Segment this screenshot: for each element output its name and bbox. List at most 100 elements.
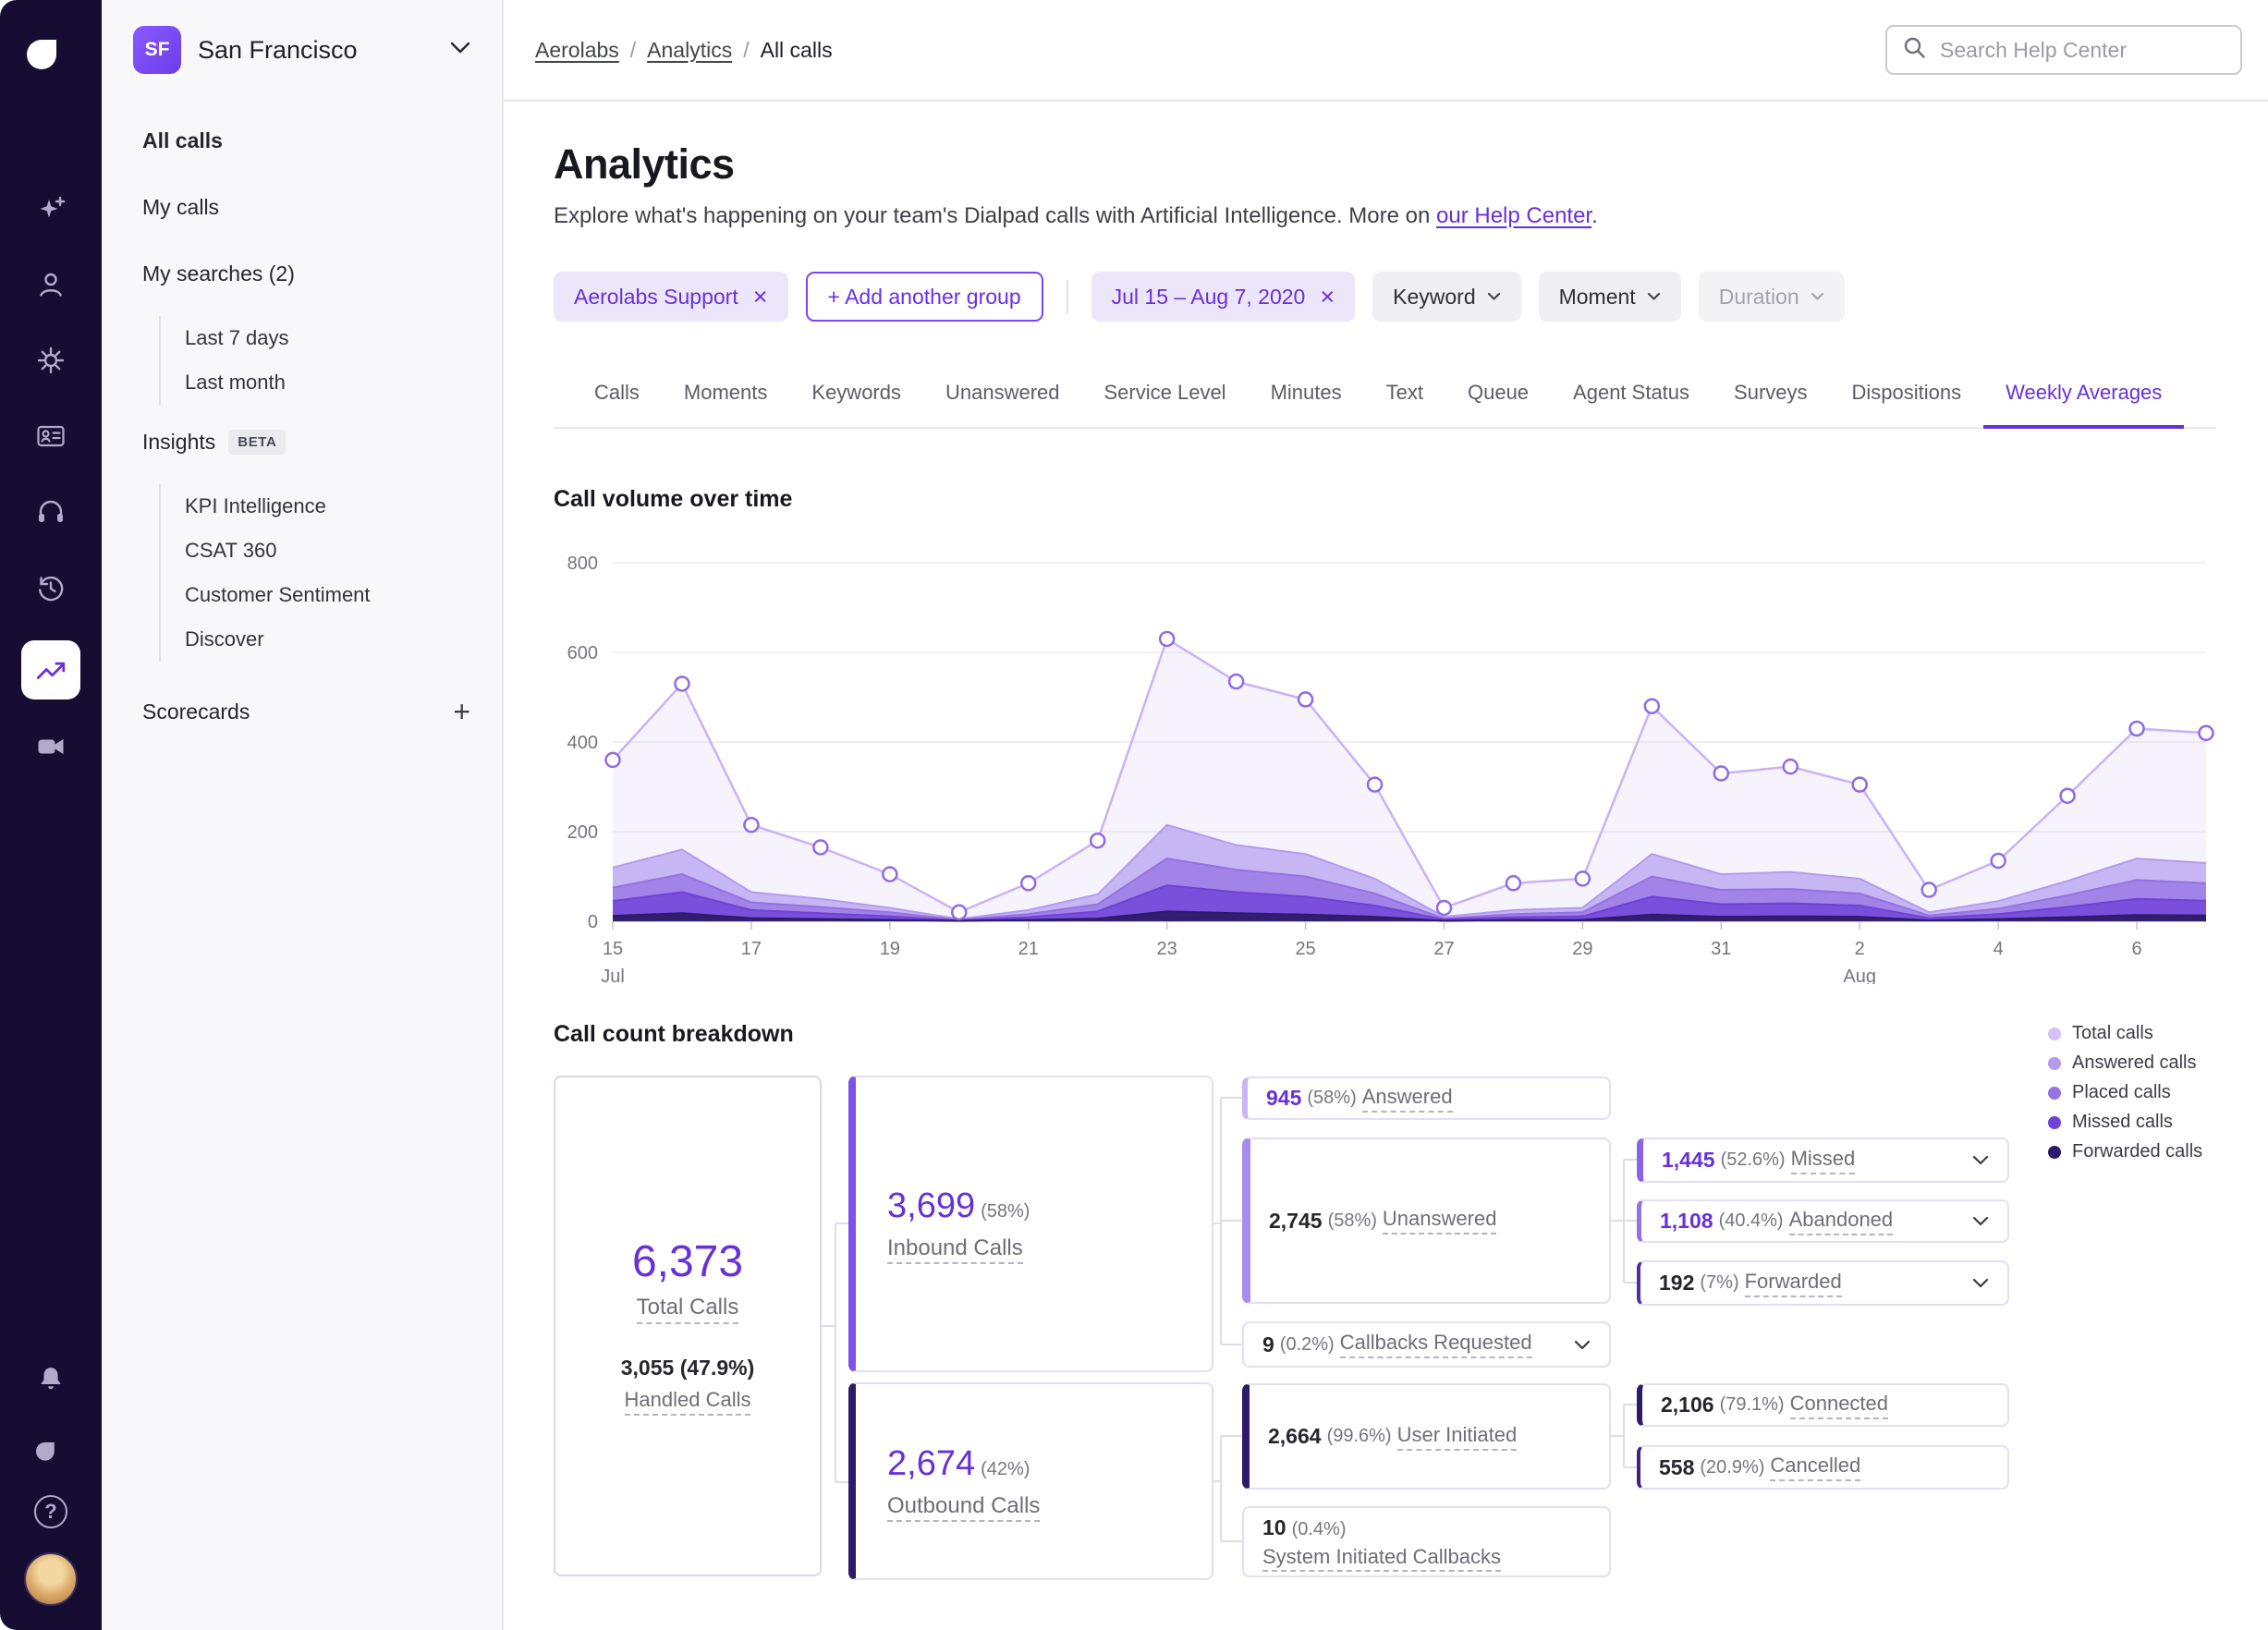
call-volume-section: Call volume over time 0 200 400 600 800 15 Jul… xyxy=(554,486,2216,984)
dialpad-mark-icon[interactable] xyxy=(28,1425,74,1471)
legend-item: Total calls xyxy=(2048,1023,2202,1044)
svg-text:31: 31 xyxy=(1711,939,1731,959)
call-count-breakdown-section: Call count breakdown Total calls Answered… xyxy=(554,1021,2216,1612)
contact-card-icon[interactable] xyxy=(28,413,74,459)
app-window: ? SF San Francisco All calls My calls My… xyxy=(0,0,2268,1630)
content-column: Aerolabs / Analytics / All calls Analyti… xyxy=(504,0,2268,1630)
team-switcher[interactable]: SF San Francisco xyxy=(102,0,502,96)
breadcrumb-analytics[interactable]: Analytics xyxy=(647,38,732,63)
sidebar-item-my-searches[interactable]: My searches (2) xyxy=(102,249,502,298)
svg-text:25: 25 xyxy=(1295,939,1315,959)
breadcrumb-aerolabs[interactable]: Aerolabs xyxy=(535,38,619,63)
keyword-dropdown[interactable]: Keyword xyxy=(1372,272,1521,322)
filter-bar: Aerolabs Support × + Add another group J… xyxy=(554,272,2216,322)
main-panel: Analytics Explore what's happening on yo… xyxy=(504,102,2268,1630)
breakdown-title: Call count breakdown xyxy=(554,1021,794,1047)
tab-agent-status[interactable]: Agent Status xyxy=(1551,381,1712,427)
close-icon[interactable]: × xyxy=(1320,284,1335,310)
search-input[interactable] xyxy=(1938,36,2225,64)
system-callbacks-label[interactable]: System Initiated Callbacks xyxy=(1262,1544,1501,1572)
unanswered-label[interactable]: Unanswered xyxy=(1382,1207,1497,1235)
connected-count: 2,106 xyxy=(1661,1393,1714,1417)
group-filter-chip[interactable]: Aerolabs Support × xyxy=(554,272,788,322)
sidebar-item-last-month[interactable]: Last month xyxy=(185,360,502,405)
add-scorecard-button[interactable]: + xyxy=(453,697,470,726)
analytics-icon[interactable] xyxy=(21,640,80,699)
tab-unanswered[interactable]: Unanswered xyxy=(923,381,1082,427)
tab-keywords[interactable]: Keywords xyxy=(789,381,923,427)
handled-calls-label[interactable]: Handled Calls xyxy=(624,1388,751,1416)
sidebar-nav: All calls My calls My searches (2) Last … xyxy=(102,96,502,754)
date-range-chip[interactable]: Jul 15 – Aug 7, 2020 × xyxy=(1091,272,1356,322)
duration-dropdown[interactable]: Duration xyxy=(1698,272,1845,322)
sidebar-item-csat-360[interactable]: CSAT 360 xyxy=(185,529,502,573)
bell-icon[interactable] xyxy=(28,1355,74,1401)
tab-calls[interactable]: Calls xyxy=(572,381,662,427)
chevron-down-icon[interactable] xyxy=(1961,1278,1989,1288)
help-center-link[interactable]: our Help Center xyxy=(1436,203,1591,228)
answered-label[interactable]: Answered xyxy=(1361,1085,1453,1113)
chevron-down-icon[interactable] xyxy=(1961,1216,1989,1226)
breadcrumb-separator: / xyxy=(743,37,750,62)
outbound-calls-box: 2,674 (42%) Outbound Calls xyxy=(848,1382,1213,1580)
forwarded-label[interactable]: Forwarded xyxy=(1744,1270,1842,1297)
connected-label[interactable]: Connected xyxy=(1789,1392,1889,1419)
callbacks-label[interactable]: Callbacks Requested xyxy=(1339,1331,1532,1358)
system-callbacks-count: 10 xyxy=(1262,1514,1286,1539)
sidebar-item-discover[interactable]: Discover xyxy=(185,617,502,662)
video-icon[interactable] xyxy=(28,724,74,770)
insights-label: Insights xyxy=(142,429,216,454)
abandoned-label[interactable]: Abandoned xyxy=(1788,1208,1894,1235)
help-search[interactable] xyxy=(1885,25,2242,75)
tab-moments[interactable]: Moments xyxy=(662,381,789,427)
user-initiated-label[interactable]: User Initiated xyxy=(1396,1423,1518,1451)
user-avatar[interactable] xyxy=(24,1552,78,1606)
chart-title: Call volume over time xyxy=(554,486,793,512)
gear-icon[interactable] xyxy=(28,337,74,383)
abandoned-count: 1,108 xyxy=(1660,1209,1713,1233)
tab-weekly-averages[interactable]: Weekly Averages xyxy=(1983,381,2185,429)
user-initiated-count: 2,664 xyxy=(1268,1424,1322,1448)
add-group-button[interactable]: + Add another group xyxy=(805,272,1043,322)
breadcrumb-all-calls: All calls xyxy=(760,37,833,62)
cancelled-pct: (20.9%) xyxy=(1700,1456,1765,1478)
contacts-icon[interactable] xyxy=(28,262,74,308)
tab-queue[interactable]: Queue xyxy=(1445,381,1551,427)
tab-service-level[interactable]: Service Level xyxy=(1082,381,1249,427)
svg-text:6: 6 xyxy=(2131,939,2141,959)
chevron-down-icon[interactable] xyxy=(1563,1340,1591,1350)
missed-label[interactable]: Missed xyxy=(1790,1147,1856,1174)
inbound-label[interactable]: Inbound Calls xyxy=(887,1235,1023,1264)
system-initiated-callbacks-box: 10 (0.4%) System Initiated Callbacks xyxy=(1242,1506,1611,1577)
missed-count: 1,445 xyxy=(1662,1148,1715,1172)
ai-sparkles-icon[interactable] xyxy=(28,186,74,232)
sidebar-item-my-calls[interactable]: My calls xyxy=(102,183,502,231)
svg-text:Aug: Aug xyxy=(1843,967,1876,984)
rail-bottom-group: ? xyxy=(24,1355,78,1606)
headset-icon[interactable] xyxy=(28,489,74,535)
sidebar-item-kpi-intelligence[interactable]: KPI Intelligence xyxy=(185,484,502,529)
tab-surveys[interactable]: Surveys xyxy=(1712,381,1829,427)
total-calls-label[interactable]: Total Calls xyxy=(636,1295,739,1324)
tab-text[interactable]: Text xyxy=(1364,381,1445,427)
outbound-label[interactable]: Outbound Calls xyxy=(887,1492,1041,1522)
sidebar-item-scorecards[interactable]: Scorecards + xyxy=(102,687,502,736)
duration-label: Duration xyxy=(1718,284,1799,309)
sidebar-item-last-7-days[interactable]: Last 7 days xyxy=(185,316,502,360)
legend-dot xyxy=(2048,1056,2061,1070)
tab-dispositions[interactable]: Dispositions xyxy=(1830,381,1984,427)
sidebar-item-all-calls[interactable]: All calls xyxy=(102,116,502,164)
sidebar-item-customer-sentiment[interactable]: Customer Sentiment xyxy=(185,573,502,617)
cancelled-label[interactable]: Cancelled xyxy=(1770,1454,1861,1481)
moment-dropdown[interactable]: Moment xyxy=(1538,272,1681,322)
svg-text:2: 2 xyxy=(1855,939,1865,959)
help-icon[interactable]: ? xyxy=(34,1495,67,1528)
chevron-down-icon[interactable] xyxy=(1961,1155,1989,1165)
breadcrumb-separator: / xyxy=(629,37,637,62)
tab-minutes[interactable]: Minutes xyxy=(1249,381,1364,427)
help-glyph: ? xyxy=(44,1500,57,1523)
history-icon[interactable] xyxy=(28,565,74,611)
sidebar-item-insights[interactable]: Insights BETA xyxy=(102,418,502,466)
svg-text:800: 800 xyxy=(567,553,598,574)
close-icon[interactable]: × xyxy=(753,284,768,310)
